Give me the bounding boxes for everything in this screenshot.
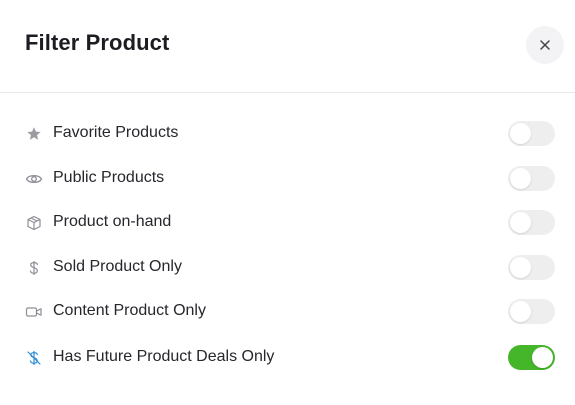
toggle-knob [532, 347, 553, 368]
toggle-knob [510, 301, 531, 322]
filter-label: Public Products [53, 169, 165, 186]
favorite-products-toggle[interactable] [508, 121, 555, 146]
content-product-only-toggle[interactable] [508, 299, 555, 324]
toggle-knob [510, 257, 531, 278]
dialog-header: Filter Product [0, 0, 575, 93]
filter-row-favorite-products: Favorite Products [0, 116, 575, 150]
eye-icon [25, 170, 43, 188]
has-future-product-deals-only-toggle[interactable] [508, 345, 555, 370]
box-icon [25, 214, 43, 232]
filter-label: Has Future Product Deals Only [53, 348, 275, 365]
filter-label: Product on-hand [53, 213, 172, 230]
sold-product-only-toggle[interactable] [508, 255, 555, 280]
toggle-knob [510, 212, 531, 233]
filter-row-product-on-hand: Product on-hand [0, 205, 575, 239]
filter-label: Content Product Only [53, 302, 206, 319]
video-icon [25, 303, 43, 321]
close-button[interactable] [526, 26, 564, 64]
public-products-toggle[interactable] [508, 166, 555, 191]
filter-label: Sold Product Only [53, 258, 182, 275]
star-icon [25, 125, 43, 143]
filter-product-dialog: Filter Product Favorite Products Public … [0, 0, 575, 405]
dialog-title: Filter Product [25, 30, 170, 55]
filter-label: Favorite Products [53, 124, 179, 141]
toggle-knob [510, 168, 531, 189]
toggle-knob [510, 123, 531, 144]
filter-row-sold-product-only: Sold Product Only [0, 250, 575, 284]
product-on-hand-toggle[interactable] [508, 210, 555, 235]
dollar-icon [25, 259, 43, 277]
filter-row-public-products: Public Products [0, 161, 575, 195]
filter-row-has-future-product-deals-only: Has Future Product Deals Only [0, 340, 575, 374]
close-icon [539, 39, 551, 51]
dollar-slash-icon [25, 349, 43, 367]
filter-row-content-product-only: Content Product Only [0, 294, 575, 328]
